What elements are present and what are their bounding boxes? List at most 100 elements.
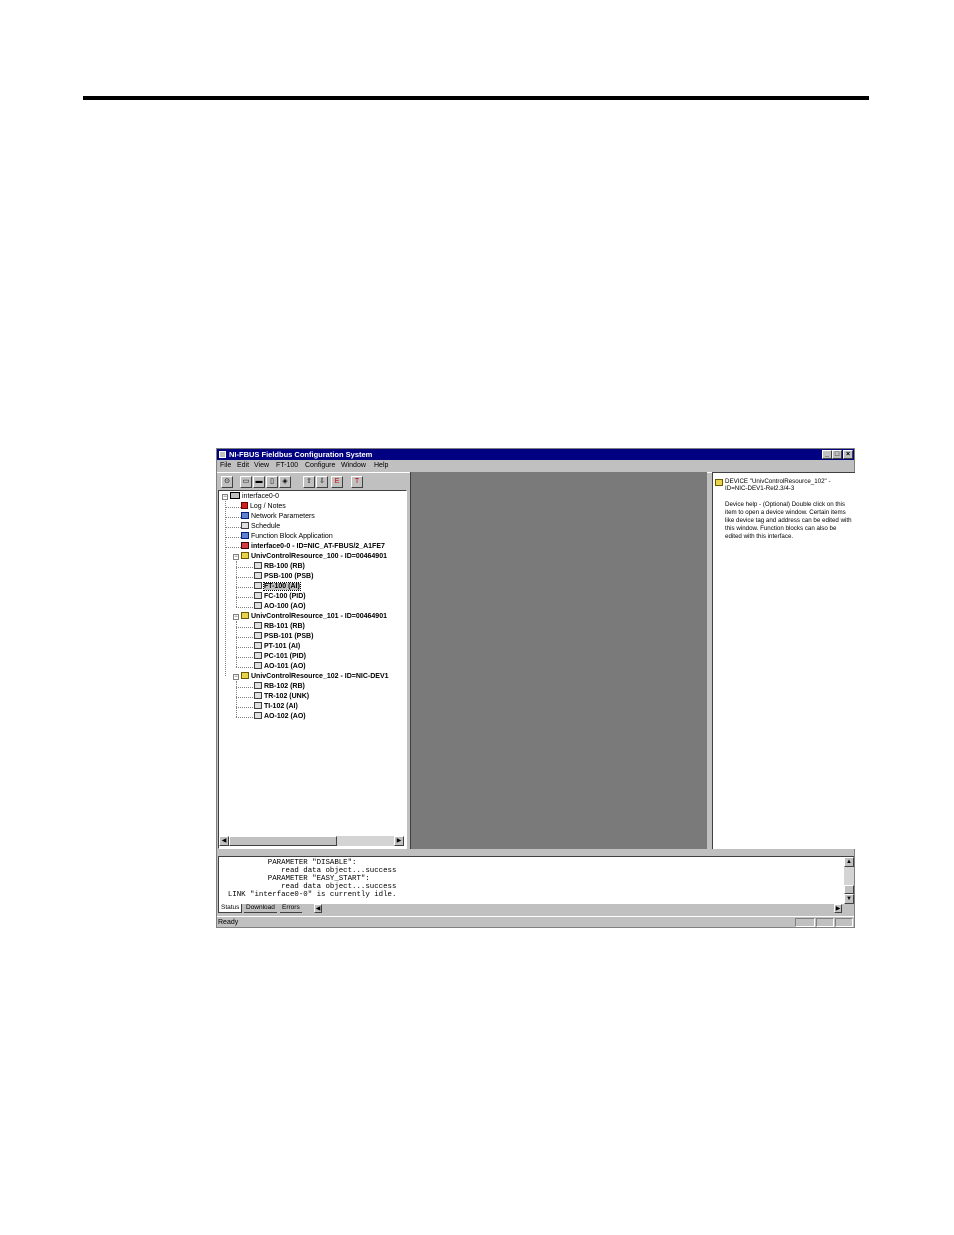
tree-block-rb-102[interactable]: RB-102 (RB) (254, 682, 305, 692)
menu-view[interactable]: View (254, 461, 269, 471)
close-button[interactable]: × (843, 450, 853, 459)
tree-block-ao-102[interactable]: AO-102 (AO) (254, 712, 306, 722)
collapse-device-101-icon[interactable]: − (233, 614, 239, 620)
menu-help[interactable]: Help (374, 461, 388, 471)
status-log: PARAMETER "DISABLE": read data object...… (218, 856, 854, 904)
tree-block-psb-100[interactable]: PSB-100 (PSB) (254, 572, 313, 582)
status-pane (795, 918, 815, 927)
tree-item-log-notes[interactable]: Log / Notes (241, 502, 286, 512)
block-icon (254, 702, 262, 709)
maximize-button[interactable]: □ (832, 450, 842, 459)
tree-block-ao-100[interactable]: AO-100 (AO) (254, 602, 306, 612)
tree-line (225, 547, 241, 548)
tree-line (236, 667, 253, 668)
menu-window[interactable]: Window (341, 461, 366, 471)
tree-item-function-block-application[interactable]: Function Block Application (241, 532, 333, 542)
device-tree[interactable]: − interface0-0 Log / Notes Network Param… (218, 490, 407, 849)
function-block-application-icon (241, 532, 249, 539)
collapse-device-102-icon[interactable]: − (233, 674, 239, 680)
toolbar-device-icon[interactable]: ▬ (253, 476, 265, 488)
block-icon (254, 652, 262, 659)
folder-icon (241, 672, 249, 679)
menu-ft-100[interactable]: FT-100 (276, 461, 298, 471)
scroll-thumb[interactable] (844, 885, 854, 894)
block-icon (254, 682, 262, 689)
tab-errors[interactable]: Errors (280, 904, 302, 913)
toolbar-interface-icon[interactable]: ▭ (240, 476, 252, 488)
tree-horizontal-scrollbar[interactable]: ◀ ▶ (219, 836, 404, 846)
block-icon (254, 592, 262, 599)
tree-root[interactable]: interface0-0 (230, 492, 279, 502)
minimize-button[interactable]: _ (822, 450, 832, 459)
status-bar: Ready (217, 916, 854, 928)
tree-line (236, 587, 253, 588)
block-icon (254, 692, 262, 699)
tree-line (236, 597, 253, 598)
tree-block-rb-100[interactable]: RB-100 (RB) (254, 562, 305, 572)
menu-edit[interactable]: Edit (237, 461, 249, 471)
tree-line (236, 627, 253, 628)
tab-scroll-right-icon[interactable]: ▶ (834, 904, 842, 913)
scroll-thumb[interactable] (229, 836, 337, 846)
tab-status[interactable]: Status (218, 904, 243, 913)
tree-device-102[interactable]: UnivControlResource_102 - ID=NIC-DEV1 (241, 672, 389, 682)
block-icon (254, 602, 262, 609)
collapse-device-100-icon[interactable]: − (233, 554, 239, 560)
toolbar-function-block-icon[interactable]: ◈ (279, 476, 291, 488)
interface-device-icon (241, 542, 249, 549)
tree-block-pc-101[interactable]: PC-101 (PID) (254, 652, 306, 662)
tree-item-schedule[interactable]: Schedule (241, 522, 280, 532)
tree-block-ti-102[interactable]: TI-102 (AI) (254, 702, 298, 712)
tree-line (236, 657, 253, 658)
help-body: Device help - (Optional) Double click on… (725, 501, 852, 540)
tree-item-interface-device[interactable]: interface0-0 - ID=NIC_AT-FBUS/2_A1FE7 (241, 542, 385, 552)
schedule-icon (241, 522, 249, 529)
scroll-right-icon[interactable]: ▶ (394, 836, 404, 846)
tab-download[interactable]: Download (244, 904, 277, 913)
toolbar-error-icon[interactable]: E (331, 476, 343, 488)
scroll-down-icon[interactable]: ▼ (844, 894, 854, 904)
tree-line (236, 687, 253, 688)
tree-line (225, 537, 241, 538)
tree-block-psb-101[interactable]: PSB-101 (PSB) (254, 632, 313, 642)
tree-item-network-parameters[interactable]: Network Parameters (241, 512, 315, 522)
toolbar-stop-icon[interactable]: T (351, 476, 363, 488)
log-line: read data object...success (219, 883, 397, 891)
status-pane (835, 918, 853, 927)
tree-device-100[interactable]: UnivControlResource_100 - ID=00464901 (241, 552, 387, 562)
tree-device-101[interactable]: UnivControlResource_101 - ID=00464901 (241, 612, 387, 622)
tree-block-fc-100[interactable]: FC-100 (PID) (254, 592, 306, 602)
folder-icon (241, 612, 249, 619)
tab-scroll-left-icon[interactable]: ◀ (314, 904, 322, 913)
app-icon[interactable] (219, 451, 226, 458)
tree-line (236, 717, 253, 718)
tree-block-rb-101[interactable]: RB-101 (RB) (254, 622, 305, 632)
help-header: DEVICE "UnivControlResource_102" - ID=NI… (715, 478, 853, 492)
toolbar-upload-icon[interactable]: ⇧ (303, 476, 315, 488)
log-line: PARAMETER "DISABLE": (219, 859, 357, 867)
device-folder-icon (715, 479, 723, 486)
tree-line (236, 567, 253, 568)
block-icon (254, 572, 262, 579)
log-tabs: Status Download Errors ◀ ▶ (218, 904, 854, 913)
tree-block-ao-101[interactable]: AO-101 (AO) (254, 662, 306, 672)
scroll-up-icon[interactable]: ▲ (844, 857, 854, 867)
tree-block-tr-102[interactable]: TR-102 (UNK) (254, 692, 309, 702)
folder-icon (241, 552, 249, 559)
menu-configure[interactable]: Configure (305, 461, 335, 471)
interface-icon (230, 492, 240, 499)
mdi-workspace[interactable] (410, 472, 707, 849)
collapse-root-icon[interactable]: − (222, 494, 228, 500)
block-icon (254, 632, 262, 639)
tree-block-ft-100[interactable]: FT-100 (AI) (254, 582, 301, 592)
toolbar-download-icon[interactable]: ⇩ (316, 476, 328, 488)
tree-block-pt-101[interactable]: PT-101 (AI) (254, 642, 300, 652)
toolbar-block-icon[interactable]: ▯ (266, 476, 278, 488)
log-notes-icon (241, 502, 248, 509)
toolbar-connect-icon[interactable]: ⊙ (221, 476, 233, 488)
menu-file[interactable]: File (220, 461, 231, 471)
log-vertical-scrollbar[interactable]: ▲ ▼ (844, 857, 854, 904)
help-pane: DEVICE "UnivControlResource_102" - ID=NI… (712, 472, 855, 849)
tree-line (236, 577, 253, 578)
scroll-left-icon[interactable]: ◀ (219, 836, 229, 846)
